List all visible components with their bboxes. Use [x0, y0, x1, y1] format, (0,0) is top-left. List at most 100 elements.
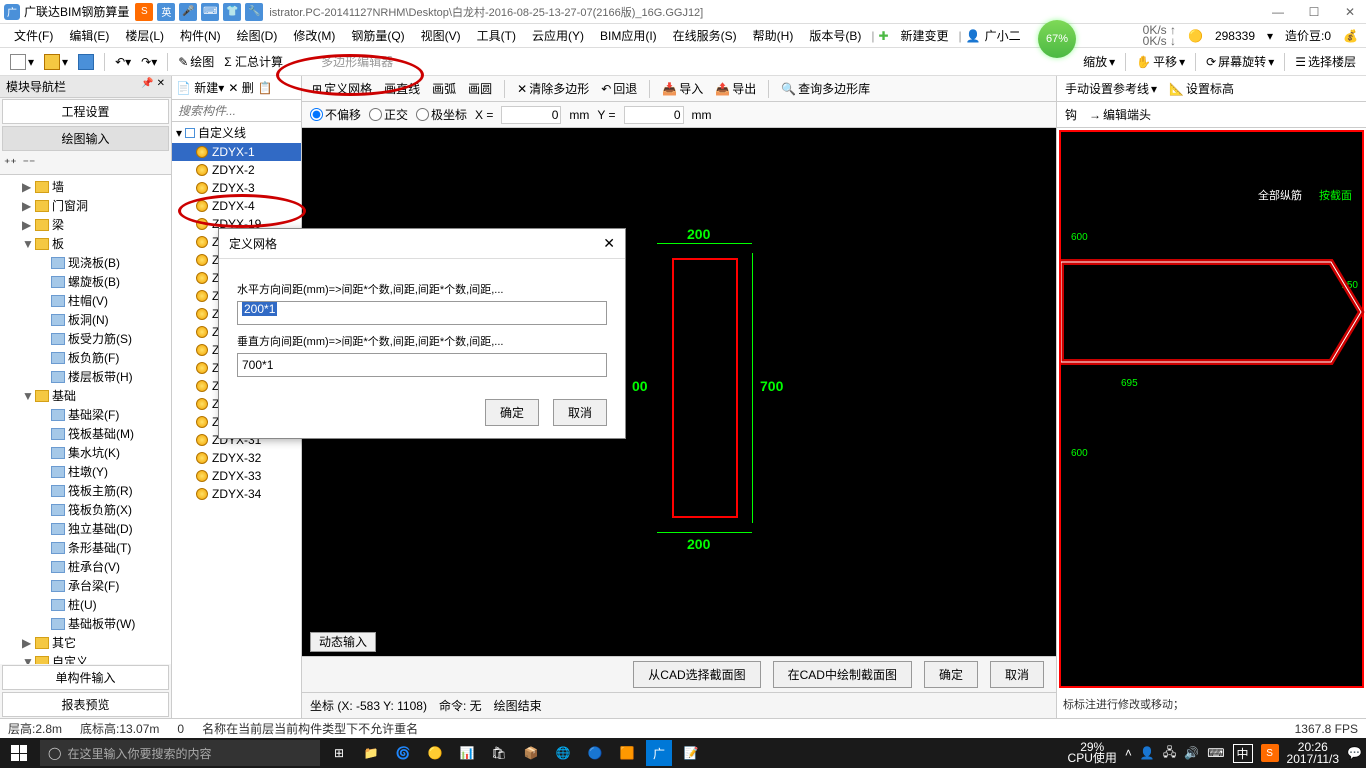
tray-ime-zh[interactable]: 中 [1233, 744, 1253, 763]
taskbar-search[interactable]: ◯ 在这里输入你要搜索的内容 [40, 740, 320, 766]
import-button[interactable]: 📥 导入 [660, 78, 705, 99]
component-item[interactable]: ZDYX-2 [172, 161, 301, 179]
cpu-widget[interactable]: 29%CPU使用 [1068, 742, 1117, 764]
tree-node[interactable]: 楼层板带(H) [2, 367, 169, 386]
ime-tool-icon[interactable]: 🔧 [245, 3, 263, 21]
tray-notification-icon[interactable]: 💬 [1347, 746, 1362, 760]
tree-node[interactable]: 承台梁(F) [2, 576, 169, 595]
nav-pin-icon[interactable]: 📌 ✕ [141, 78, 165, 95]
tree-node[interactable]: 柱墩(Y) [2, 462, 169, 481]
ime-mic-icon[interactable]: 🎤 [179, 3, 197, 21]
hook-button[interactable]: 钩 [1063, 104, 1079, 125]
task-app1-icon[interactable]: 🌀 [390, 740, 416, 766]
nav-collapse-icon[interactable]: ⁻⁻ [23, 156, 36, 170]
menu-online[interactable]: 在线服务(S) [667, 25, 743, 46]
new-file-button[interactable]: ▾ [8, 52, 36, 72]
open-file-button[interactable]: ▾ [42, 52, 70, 72]
menu-help[interactable]: 帮助(H) [747, 25, 800, 46]
tree-node[interactable]: 筏板基础(M) [2, 424, 169, 443]
search-polygon-button[interactable]: 🔍 查询多边形库 [779, 78, 872, 99]
tray-up-icon[interactable]: ˄ [1125, 746, 1132, 760]
tree-node[interactable]: 基础板带(W) [2, 614, 169, 633]
dialog-cancel-button[interactable]: 取消 [553, 399, 607, 426]
draw-arc-button[interactable]: 画弧 [430, 78, 458, 99]
dialog-ok-button[interactable]: 确定 [485, 399, 539, 426]
user-name[interactable]: 广小二 [985, 27, 1021, 44]
rotate-button[interactable]: ⟳ 屏幕旋转 ▾ [1204, 51, 1276, 72]
sum-button[interactable]: Σ 汇总计算 [222, 51, 285, 72]
undo-step-button[interactable]: ↶ 回退 [599, 78, 639, 99]
tray-people-icon[interactable]: 👤 [1140, 746, 1155, 760]
delete-component-button[interactable]: ✕ 删 [228, 79, 253, 96]
minimize-button[interactable]: — [1266, 5, 1290, 19]
nav-unit-input[interactable]: 单构件输入 [2, 665, 169, 690]
task-store-icon[interactable]: 🛍 [486, 740, 512, 766]
select-floor-button[interactable]: ☰ 选择楼层 [1293, 51, 1358, 72]
tree-node[interactable]: 基础梁(F) [2, 405, 169, 424]
nav-section-draw[interactable]: 绘图输入 [2, 126, 169, 151]
close-button[interactable]: ✕ [1338, 5, 1362, 19]
tree-node[interactable]: ▶门窗洞 [2, 196, 169, 215]
tree-node[interactable]: 条形基础(T) [2, 538, 169, 557]
component-item[interactable]: ZDYX-33 [172, 467, 301, 485]
undo-button[interactable]: ↶▾ [113, 53, 133, 71]
task-view-icon[interactable]: ⊞ [326, 740, 352, 766]
ime-lang-icon[interactable]: 英 [157, 3, 175, 21]
task-app4-icon[interactable]: 📦 [518, 740, 544, 766]
ortho-radio[interactable]: 正交 [369, 106, 408, 123]
tree-node[interactable]: ▼板 [2, 234, 169, 253]
section-preview[interactable]: 全部纵筋 按截面 600 150 695 600 [1059, 130, 1364, 688]
menu-floor[interactable]: 楼层(L) [119, 25, 170, 46]
menu-component[interactable]: 构件(N) [174, 25, 227, 46]
menu-tool[interactable]: 工具(T) [471, 25, 522, 46]
tray-volume-icon[interactable]: 🔊 [1184, 746, 1199, 760]
bag-icon[interactable]: 💰 [1343, 29, 1358, 43]
menu-modify[interactable]: 修改(M) [287, 25, 341, 46]
new-component-button[interactable]: 📄 新建▾ [176, 79, 224, 96]
offset-none-radio[interactable]: 不偏移 [310, 106, 361, 123]
tree-node[interactable]: ▶其它 [2, 633, 169, 652]
canvas-cancel-button[interactable]: 取消 [990, 661, 1044, 688]
task-explorer-icon[interactable]: 📁 [358, 740, 384, 766]
menu-edit[interactable]: 编辑(E) [63, 25, 115, 46]
tray-ime-s[interactable]: S [1261, 744, 1279, 762]
set-elevation-button[interactable]: 📐 设置标高 [1167, 78, 1236, 99]
ime-kb-icon[interactable]: ⌨ [201, 3, 219, 21]
task-app7-icon[interactable]: 广 [646, 740, 672, 766]
tree-node[interactable]: ▼自定义 [2, 652, 169, 664]
tree-node[interactable]: 筏板主筋(R) [2, 481, 169, 500]
component-search-input[interactable] [172, 100, 301, 121]
tree-node[interactable]: 板洞(N) [2, 310, 169, 329]
task-ie-icon[interactable]: 🌐 [550, 740, 576, 766]
nav-expand-icon[interactable]: ⁺⁺ [4, 156, 17, 170]
manual-ref-button[interactable]: 手动设置参考线 ▾ [1063, 78, 1159, 99]
tree-node[interactable]: 柱帽(V) [2, 291, 169, 310]
component-group-header[interactable]: ▾ 自定义线 [172, 122, 301, 143]
dynamic-input-button[interactable]: 动态输入 [310, 633, 376, 650]
tree-node[interactable]: 现浇板(B) [2, 253, 169, 272]
task-app3-icon[interactable]: 📊 [454, 740, 480, 766]
menu-file[interactable]: 文件(F) [8, 25, 59, 46]
x-input[interactable] [501, 106, 561, 124]
tree-node[interactable]: 桩承台(V) [2, 557, 169, 576]
canvas-ok-button[interactable]: 确定 [924, 661, 978, 688]
tree-node[interactable]: ▶梁 [2, 215, 169, 234]
draw-line-button[interactable]: 画直线 [382, 78, 422, 99]
component-item[interactable]: ZDYX-1 [172, 143, 301, 161]
tray-clock[interactable]: 20:262017/11/3 [1287, 741, 1340, 765]
define-grid-button[interactable]: ⊞ 定义网格 [310, 78, 374, 99]
tree-node[interactable]: 集水坑(K) [2, 443, 169, 462]
new-change-button[interactable]: 新建变更 [895, 25, 955, 46]
copy-component-button[interactable]: 📋 [258, 81, 273, 95]
draw-mode-button[interactable]: ✎ 绘图 [176, 51, 216, 72]
from-cad-button[interactable]: 从CAD选择截面图 [633, 661, 760, 688]
zoom-button[interactable]: 缩放 ▾ [1081, 51, 1117, 72]
task-app2-icon[interactable]: 🟡 [422, 740, 448, 766]
h-spacing-input[interactable]: 200*1 [237, 301, 607, 325]
v-spacing-input[interactable] [237, 353, 607, 377]
edit-end-button[interactable]: → 编辑端头 [1087, 104, 1153, 125]
nav-tree[interactable]: ▶墙▶门窗洞▶梁▼板现浇板(B)螺旋板(B)柱帽(V)板洞(N)板受力筋(S)板… [0, 175, 171, 664]
tree-node[interactable]: 筏板负筋(X) [2, 500, 169, 519]
menu-bim[interactable]: BIM应用(I) [594, 25, 663, 46]
percent-badge[interactable]: 67% [1038, 20, 1076, 58]
